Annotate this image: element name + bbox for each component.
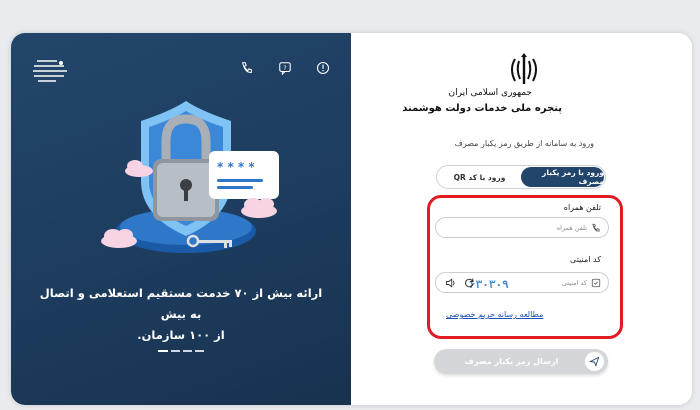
login-form-panel: جمهوری اسلامی ایران پنجره ملی خدمات دولت…: [351, 33, 692, 405]
slider-dot[interactable]: [183, 350, 192, 352]
svg-text:?: ?: [283, 65, 286, 72]
chat-icon[interactable]: ?: [277, 60, 293, 76]
phone-placeholder: تلفن همراه: [556, 223, 587, 232]
security-code-placeholder: کد امنیتی: [561, 278, 587, 287]
tab-qr[interactable]: ورود با کد QR: [438, 167, 521, 187]
refresh-icon[interactable]: [463, 277, 475, 289]
tagline-line-1: ارائه بیش از ۷۰ خدمت مستقیم استعلامی و ا…: [39, 286, 323, 321]
promo-panel: ? * * * * ارائه بیش از ۷۰ خدمت مستقیم اس…: [11, 33, 351, 405]
portal-name: پنجره ملی خدمات دولت هوشمند: [402, 103, 562, 114]
security-code-label: کد امنیتی: [570, 255, 601, 264]
top-icons: ?: [239, 60, 331, 76]
privacy-policy-link[interactable]: مطالعه رسانه حریم خصوصی: [446, 310, 543, 319]
tagline-line-2: از ۱۰۰ سازمان.: [137, 328, 225, 342]
login-card: ? * * * * ارائه بیش از ۷۰ خدمت مستقیم اس…: [11, 33, 692, 405]
slider-dot[interactable]: [158, 350, 168, 352]
tab-otp[interactable]: ورود با رمز یکبار مصرف: [521, 167, 604, 187]
slider-dot[interactable]: [195, 350, 204, 352]
checkbox-icon: [591, 278, 601, 287]
security-lock-illustration: * * * *: [101, 101, 279, 253]
svg-text:* * * *: * * * *: [217, 160, 255, 174]
speaker-icon[interactable]: [445, 277, 457, 289]
phone-label: تلفن همراه: [563, 203, 601, 212]
globe-logo-icon: [33, 60, 67, 82]
slider-dot[interactable]: [171, 350, 180, 352]
slider-indicator: [158, 350, 204, 352]
send-otp-label: ارسال رمز یکبار مصرف: [464, 357, 559, 366]
send-icon: [585, 352, 604, 371]
phone-input[interactable]: تلفن همراه: [435, 217, 609, 238]
iran-emblem-icon: [511, 53, 537, 84]
send-otp-button[interactable]: ارسال رمز یکبار مصرف: [434, 349, 608, 374]
captcha-controls: [445, 277, 475, 289]
info-icon[interactable]: [315, 60, 331, 76]
login-method-tabs: ورود با رمز یکبار مصرف ورود با کد QR: [436, 165, 606, 189]
captcha-image: ۶۳۰۳۰۹: [469, 278, 509, 291]
promo-tagline: ارائه بیش از ۷۰ خدمت مستقیم استعلامی و ا…: [36, 283, 326, 346]
government-name: جمهوری اسلامی ایران: [448, 88, 533, 98]
phone-icon[interactable]: [239, 60, 255, 76]
phone-icon: [592, 223, 600, 232]
login-intro-text: ورود به سامانه از طریق رمز یکبار مصرف: [454, 139, 594, 148]
